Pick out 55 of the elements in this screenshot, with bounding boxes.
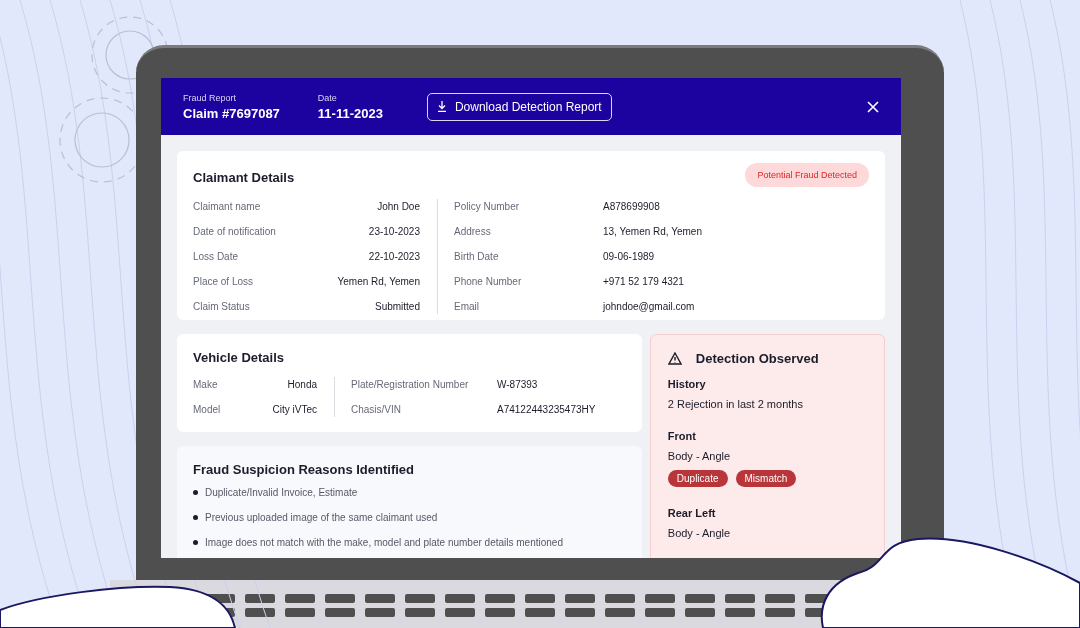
reason-text: Image does not match with the make, model and plate number details mentioned [205, 536, 563, 550]
card-title: Claimant Details [193, 169, 295, 185]
bullet-icon [193, 515, 198, 520]
field-value: johndoe@gmail.com [603, 300, 696, 314]
field-label: Plate/Registration Number [351, 378, 470, 392]
reason-text: Previous uploaded image of the same claimant used [205, 511, 438, 525]
field-value: Yemen Rd, Yemen [336, 275, 420, 289]
field-label: Loss Date [193, 250, 240, 264]
section-heading: Rear Left [667, 507, 717, 519]
field-value: A74122443235473HY [497, 403, 597, 417]
field-label: Policy Number [454, 200, 521, 214]
field-value: John Doe [376, 200, 420, 214]
header-label: Date [317, 92, 338, 103]
field-value: Submitted [373, 300, 420, 314]
close-icon[interactable] [867, 100, 879, 113]
field-label: Place of Loss [193, 275, 255, 289]
download-button[interactable]: Download Detection Report [426, 92, 612, 121]
warning-icon [667, 352, 682, 365]
field-label: Claimant name [193, 200, 262, 214]
issue-tag: Duplicate [667, 470, 728, 487]
field-value: +971 52 179 4321 [603, 275, 685, 289]
field-label: Chasis/VIN [351, 403, 402, 417]
field-value: City iVTec [271, 403, 317, 417]
card-title: Vehicle Details [193, 350, 285, 365]
issue-tag: Mismatch [735, 470, 797, 487]
field-value: 09-06-1989 [603, 250, 656, 264]
section-text: Body - Angle [667, 450, 732, 462]
section-heading: History [667, 378, 707, 390]
field-value: Honda [286, 378, 317, 392]
field-value: A878699908 [603, 200, 661, 214]
field-label: Date of notification [193, 225, 277, 239]
bullet-icon [193, 540, 198, 545]
field-value: 22-10-2023 [367, 250, 420, 264]
section-text: 2 Rejection in last 2 months [667, 398, 804, 410]
claim-number: Claim #7697087 [183, 105, 280, 121]
field-value: W-87393 [497, 378, 539, 392]
bullet-icon [193, 490, 198, 495]
reason-text: Duplicate/Invalid Invoice, Estimate [205, 486, 358, 500]
field-label: Address [454, 225, 492, 239]
field-label: Make [193, 378, 219, 392]
field-value: 13, Yemen Rd, Yemen [603, 225, 703, 239]
report-date: 11-11-2023 [317, 105, 383, 121]
field-label: Claim Status [193, 300, 251, 314]
section-heading: Front [667, 430, 697, 442]
field-label: Email [454, 300, 480, 314]
fraud-badge: Potential Fraud Detected [745, 163, 869, 187]
field-value: 23-10-2023 [367, 225, 420, 239]
field-label: Birth Date [454, 250, 500, 264]
section-text: Body - Angle [667, 527, 732, 539]
card-title: Fraud Suspicion Reasons Identified [193, 462, 415, 477]
header-label: Fraud Report [183, 92, 238, 103]
field-label: Phone Number [454, 275, 523, 289]
field-label: Model [193, 403, 222, 417]
download-icon [436, 101, 447, 112]
card-title: Detection Observed [695, 351, 819, 366]
